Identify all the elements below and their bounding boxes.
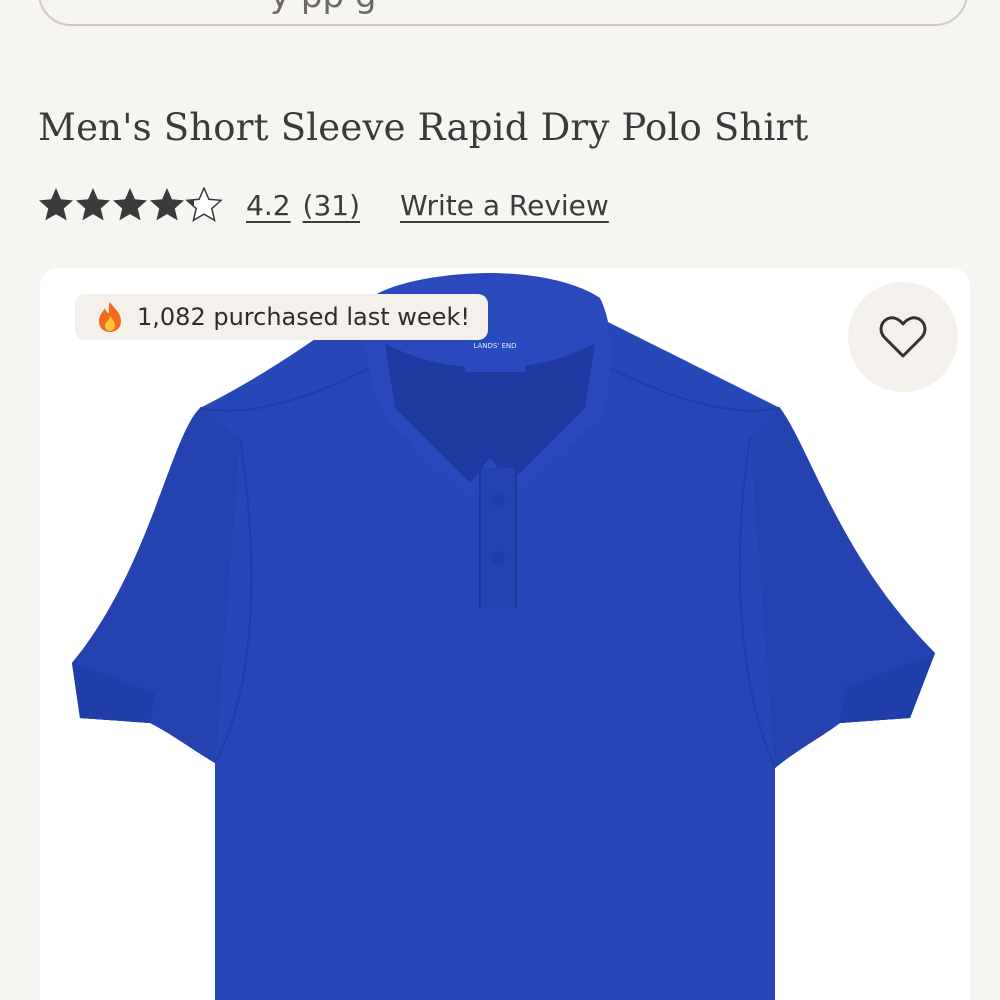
write-review-link[interactable]: Write a Review	[400, 189, 609, 222]
star-icon	[76, 188, 110, 221]
review-count[interactable]: (31)	[303, 189, 360, 222]
rating-value[interactable]: 4.2	[246, 189, 291, 222]
star-icon	[113, 188, 147, 221]
heart-icon	[879, 316, 927, 358]
star-partial-icon	[185, 187, 223, 222]
search-icon[interactable]	[910, 0, 944, 10]
product-image-card[interactable]: LANDS' END	[40, 268, 970, 1000]
star-icon	[39, 188, 73, 221]
brand-label: LANDS' END	[473, 342, 516, 350]
wishlist-button[interactable]	[848, 282, 958, 392]
purchase-badge-text: 1,082 purchased last week!	[137, 303, 470, 331]
search-bar[interactable]: y pp g	[38, 0, 968, 26]
product-image: LANDS' END	[40, 268, 970, 1000]
purchase-badge: 1,082 purchased last week!	[75, 294, 488, 340]
star-rating[interactable]	[38, 187, 228, 223]
fire-icon	[99, 302, 121, 332]
rating-row: 4.2 (31) Write a Review	[38, 182, 609, 228]
search-placeholder: y pp g	[270, 0, 376, 16]
product-title: Men's Short Sleeve Rapid Dry Polo Shirt	[38, 106, 809, 149]
product-page: y pp g Men's Short Sleeve Rapid Dry Polo…	[0, 0, 1000, 1000]
star-icon	[150, 188, 184, 221]
